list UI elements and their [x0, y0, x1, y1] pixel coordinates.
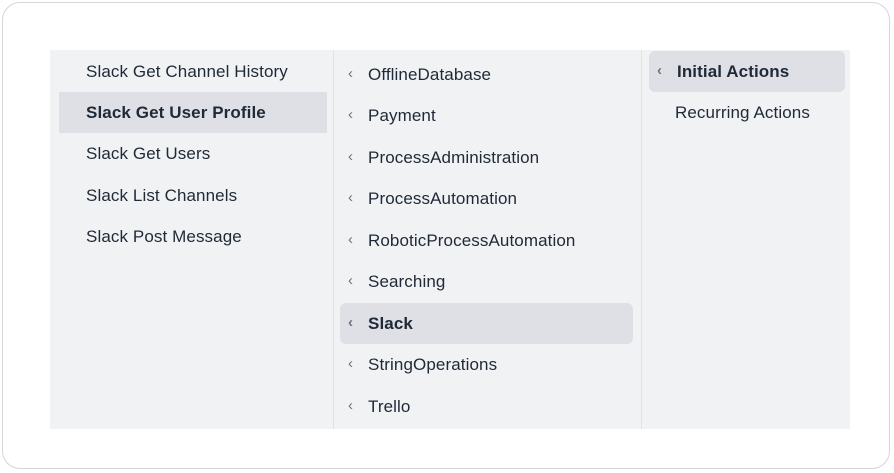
- menu-item-slack-get-users[interactable]: Slack Get Users: [59, 133, 327, 174]
- menu-item-label: Trello: [368, 396, 411, 416]
- menu-item-slack[interactable]: ‹ Slack: [340, 303, 633, 344]
- menu-item-stringoperations[interactable]: ‹ StringOperations: [340, 344, 633, 385]
- chevron-left-icon: ‹: [348, 314, 354, 331]
- chevron-left-icon: ‹: [348, 148, 354, 165]
- menu-item-label: Payment: [368, 105, 436, 125]
- menu-item-label: Slack Get Channel History: [86, 61, 288, 81]
- menu-item-label: Slack Get User Profile: [86, 102, 266, 122]
- menu-item-label: Slack Get Users: [86, 143, 211, 163]
- window-frame: Slack Get Channel History Slack Get User…: [2, 2, 890, 469]
- menu-item-label: RoboticProcessAutomation: [368, 230, 576, 250]
- menu-item-processautomation[interactable]: ‹ ProcessAutomation: [340, 178, 633, 219]
- menu-item-label: Recurring Actions: [675, 102, 810, 122]
- menu-item-label: OfflineDatabase: [368, 64, 492, 84]
- chevron-left-icon: ‹: [348, 231, 354, 248]
- menu-item-label: Slack Post Message: [86, 226, 242, 246]
- menu-item-label: ProcessAdministration: [368, 147, 540, 167]
- menu-item-recurring-actions[interactable]: Recurring Actions: [649, 92, 845, 133]
- chevron-left-icon: ‹: [348, 65, 354, 82]
- menu-column-action-groups: ‹ Initial Actions Recurring Actions: [642, 50, 850, 429]
- menu-item-label: ProcessAutomation: [368, 188, 518, 208]
- menu-item-label: Slack List Channels: [86, 185, 238, 205]
- menu-column-actions: Slack Get Channel History Slack Get User…: [50, 50, 334, 429]
- menu-item-label: StringOperations: [368, 354, 498, 374]
- chevron-left-icon: ‹: [348, 189, 354, 206]
- menu-item-label: Searching: [368, 271, 446, 291]
- chevron-left-icon: ‹: [348, 106, 354, 123]
- menu-item-offlinedatabase[interactable]: ‹ OfflineDatabase: [340, 54, 633, 95]
- menu-item-slack-post-message[interactable]: Slack Post Message: [59, 216, 327, 257]
- menu-item-trello[interactable]: ‹ Trello: [340, 386, 633, 427]
- menu-item-slack-list-channels[interactable]: Slack List Channels: [59, 175, 327, 216]
- menu-item-searching[interactable]: ‹ Searching: [340, 261, 633, 302]
- chevron-left-icon: ‹: [657, 62, 663, 79]
- menu-item-roboticprocessautomation[interactable]: ‹ RoboticProcessAutomation: [340, 220, 633, 261]
- chevron-left-icon: ‹: [348, 397, 354, 414]
- menu-item-label: Slack: [368, 313, 413, 333]
- chevron-left-icon: ‹: [348, 272, 354, 289]
- menu-item-payment[interactable]: ‹ Payment: [340, 95, 633, 136]
- chevron-left-icon: ‹: [348, 355, 354, 372]
- cascading-menu: Slack Get Channel History Slack Get User…: [50, 50, 850, 429]
- menu-item-processadministration[interactable]: ‹ ProcessAdministration: [340, 137, 633, 178]
- menu-item-initial-actions[interactable]: ‹ Initial Actions: [649, 51, 845, 92]
- menu-item-label: Initial Actions: [677, 61, 790, 81]
- menu-item-slack-get-user-profile[interactable]: Slack Get User Profile: [59, 92, 327, 133]
- menu-item-slack-get-channel-history[interactable]: Slack Get Channel History: [59, 51, 327, 92]
- menu-column-categories: ‹ OfflineDatabase ‹ Payment ‹ ProcessAdm…: [334, 50, 642, 429]
